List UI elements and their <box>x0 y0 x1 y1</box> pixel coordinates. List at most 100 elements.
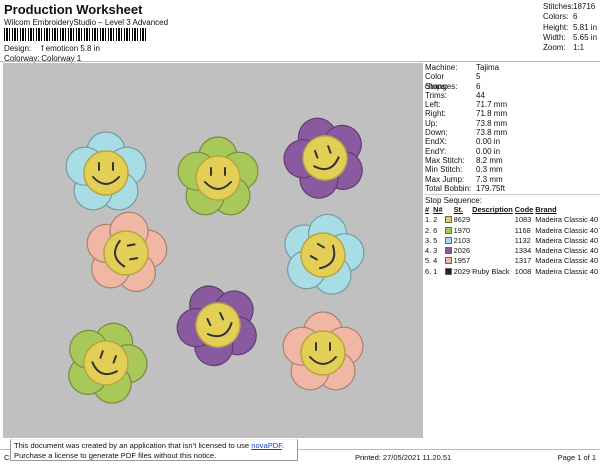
table-row: 6. 1 2029 Ruby Black 1008 Madeira Classic 40 <box>425 266 600 276</box>
color-swatch <box>444 247 452 255</box>
smiley-flower <box>68 322 148 404</box>
page-title: Production Worksheet <box>4 2 143 17</box>
info-row: EndY: 0.00 in <box>425 146 501 156</box>
notice-line-1: This document was created by an applicat… <box>14 441 285 450</box>
pdf-license-notice: This document was created by an applicat… <box>10 439 298 461</box>
stitch-count: 1970 <box>451 225 471 235</box>
stitch-count: 8629 <box>451 215 471 225</box>
table-header-row: # N# St. Description Code Brand <box>425 205 600 215</box>
info-row: Up: 73.8 mm <box>425 118 508 128</box>
smiley-eye <box>126 243 136 247</box>
smiley-flower <box>283 117 363 199</box>
design-preview-image <box>65 117 365 404</box>
cell-code: 1334 <box>514 246 532 256</box>
cell-brand: Madeira Classic 40 <box>535 215 599 225</box>
color-swatch <box>444 267 452 275</box>
design-stats: Stitches:18716 Colors: 6 Height: 5.81 in W… <box>543 2 597 53</box>
col-code: Code <box>514 205 534 215</box>
smiley-flower <box>65 131 147 211</box>
color-swatch <box>444 216 452 224</box>
design-label: Design: <box>4 44 32 53</box>
info-row: Down: 73.8 mm <box>425 128 508 138</box>
design-preview <box>3 63 423 438</box>
stop-sequence-title: Stop Sequence: <box>425 194 600 205</box>
info-row: Max Stitch: 8.2 mm <box>425 155 503 165</box>
smiley-face <box>300 330 346 376</box>
smiley-eye <box>129 257 139 261</box>
machine-info-panel: Machine: Tajima Color changes: 5 Stops: 6 T… <box>425 63 600 276</box>
cell-code: 1083 <box>514 215 532 225</box>
info-row: Max Jump: 7.3 mm <box>425 174 503 184</box>
cell-index: 5. <box>425 256 432 266</box>
info-row: Min Stitch: 0.3 mm <box>425 165 503 175</box>
stop-sequence-table: # N# St. Description Code Brand 1. 2 8629… <box>425 205 600 276</box>
stitch-count: 2029 <box>451 266 471 276</box>
info-row: EndX: 0.00 in <box>425 137 501 147</box>
cell-brand: Madeira Classic 40 <box>535 235 599 245</box>
machine-info-list: Machine: Tajima Color changes: 5 Stops: 6 T… <box>425 63 600 193</box>
cell-needle: 5 <box>433 235 438 245</box>
barcode <box>4 28 147 41</box>
info-row: Trims: 44 <box>425 90 485 100</box>
cell-description <box>472 246 515 256</box>
smiley-flower <box>282 311 364 391</box>
stat-stitches: Stitches:18716 <box>543 2 596 11</box>
cell-index: 3. <box>425 235 432 245</box>
col-brand: Brand <box>535 205 557 215</box>
smiley-face <box>195 155 241 201</box>
cell-stitches: 2026 <box>444 246 473 256</box>
header-divider <box>0 61 600 62</box>
cell-index: 4. <box>425 246 432 256</box>
smiley-flower <box>177 136 259 216</box>
stitch-count: 1957 <box>451 256 471 266</box>
info-row: Stops: 6 <box>425 81 481 91</box>
cell-needle: 1 <box>433 266 438 276</box>
cell-brand: Madeira Classic 40 <box>535 256 599 266</box>
smiley-flower <box>284 213 365 295</box>
cell-needle: 4 <box>433 256 438 266</box>
info-row: Total Bobbin: 179.75ft <box>425 183 505 193</box>
stitch-count: 2026 <box>451 246 471 256</box>
info-row: Machine: Tajima <box>425 63 500 72</box>
color-swatch <box>444 257 452 265</box>
stat-zoom: Zoom: 1:1 <box>543 43 585 53</box>
cell-stitches: 2029 <box>444 266 473 276</box>
table-row: 4. 3 2026 1334 Madeira Classic 40 <box>425 246 600 256</box>
page-number: Page 1 of 1 <box>557 453 596 462</box>
cell-description <box>472 215 515 225</box>
novapdf-link[interactable]: novaPDF <box>251 441 282 450</box>
stitch-count: 2103 <box>451 235 471 245</box>
printed-timestamp: Printed: 27/05/2021 11.20.51 <box>355 453 452 462</box>
col-index: # <box>425 205 430 215</box>
color-swatch <box>444 236 452 244</box>
stat-width: Width: 5.65 in <box>543 32 598 42</box>
stat-colors: Colors: 6 <box>543 12 578 22</box>
table-row: 1. 2 8629 1083 Madeira Classic 40 <box>425 215 600 225</box>
smiley-face <box>83 150 129 196</box>
design-value: f emoticon 5.8 in <box>41 44 100 53</box>
smiley-flower <box>86 211 168 293</box>
cell-code: 1168 <box>514 225 531 235</box>
smiley-flower <box>176 285 257 367</box>
cell-index: 1. <box>425 215 432 225</box>
cell-description <box>472 256 515 266</box>
cell-brand: Madeira Classic 40 <box>535 266 599 276</box>
color-swatch <box>444 226 452 234</box>
cell-stitches: 1970 <box>444 225 473 235</box>
cell-description: Ruby Black <box>472 266 510 276</box>
col-stitches: St. <box>453 205 464 215</box>
col-description: Description <box>472 205 513 215</box>
table-row: 5. 4 1957 1317 Madeira Classic 40 <box>425 256 600 266</box>
cell-needle: 3 <box>433 246 438 256</box>
col-needle: N# <box>433 205 443 215</box>
cell-code: 1317 <box>514 256 532 266</box>
software-subtitle: Wilcom EmbroideryStudio – Level 3 Advanc… <box>4 18 169 27</box>
cell-code: 1132 <box>514 235 531 245</box>
cell-stitches: 2103 <box>444 235 473 245</box>
cell-needle: 2 <box>433 215 438 225</box>
cell-description <box>472 225 515 235</box>
table-row: 2. 6 1970 1168 Madeira Classic 40 <box>425 225 600 235</box>
info-row: Left: 71.7 mm <box>425 100 508 110</box>
table-row: 3. 5 2103 1132 Madeira Classic 40 <box>425 235 600 245</box>
worksheet-header: Production Worksheet Wilcom EmbroiderySt… <box>0 0 600 63</box>
